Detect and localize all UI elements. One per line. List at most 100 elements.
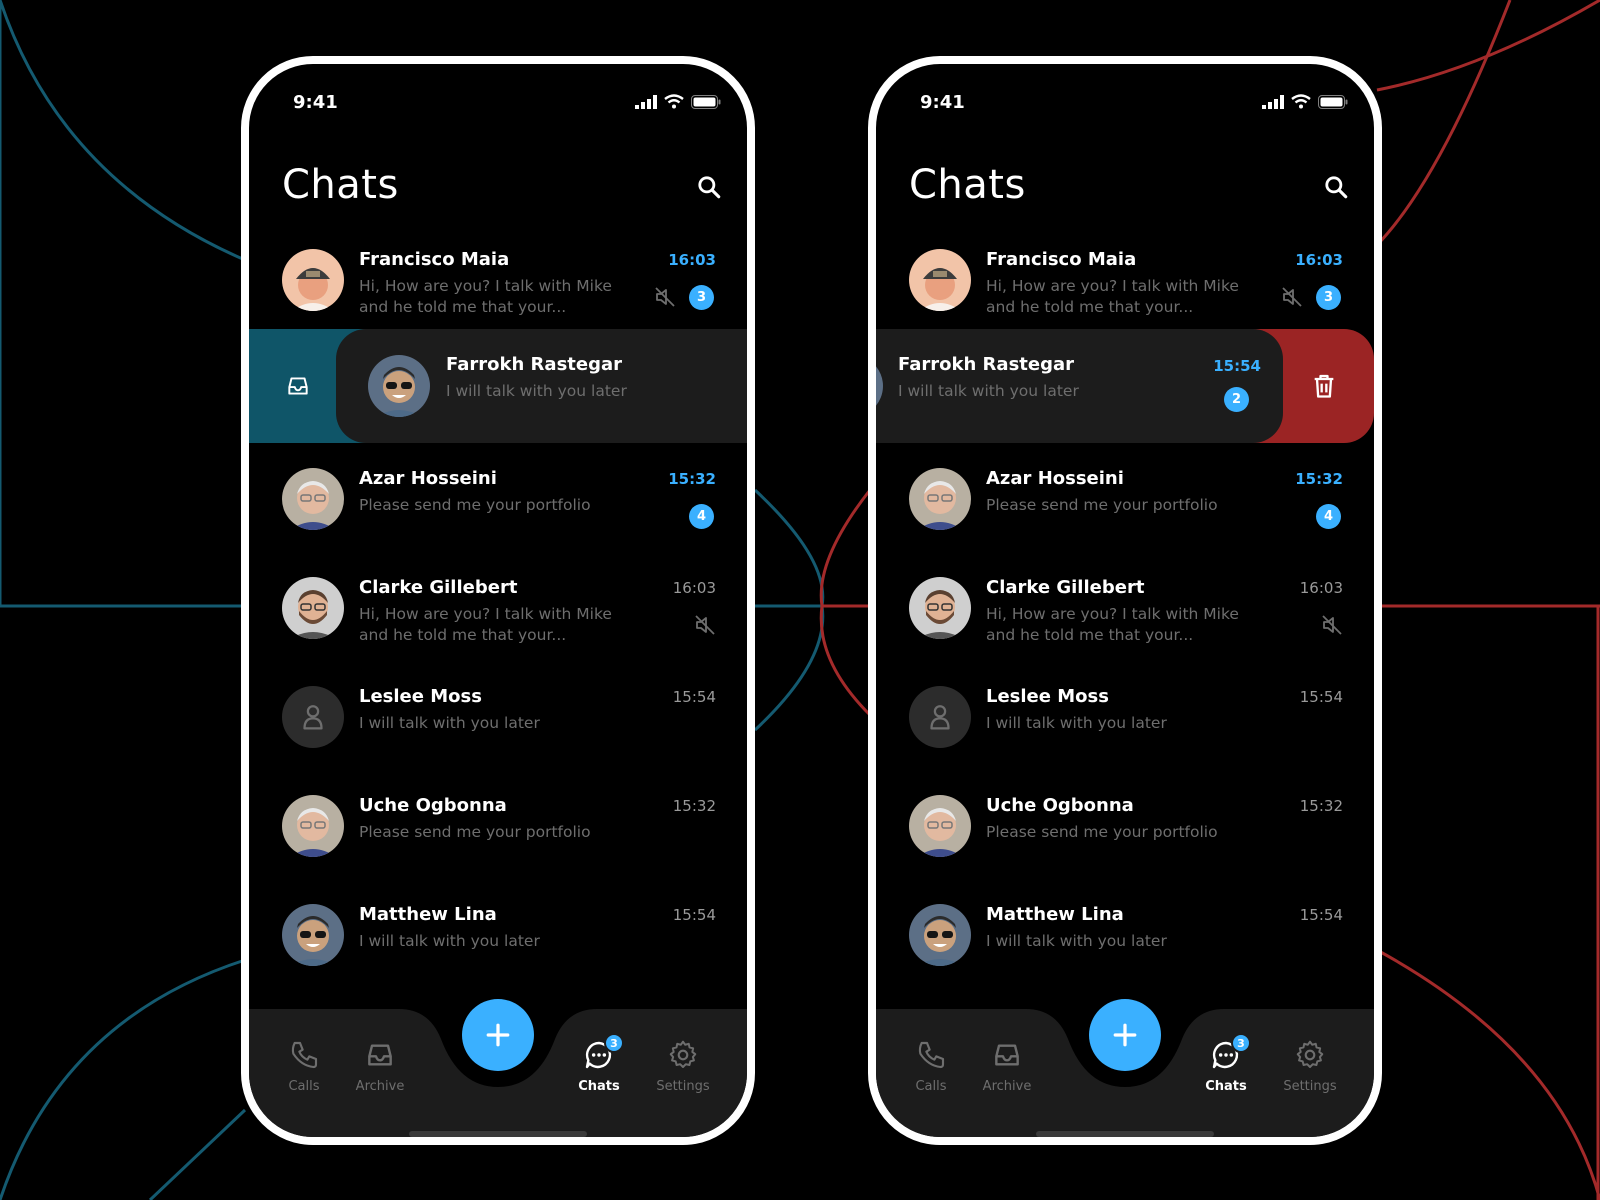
chat-row-azar-hosseini[interactable]: Azar Hosseini Please send me your portfo… (876, 458, 1374, 558)
cellular-signal-icon (1262, 94, 1284, 109)
avatar (282, 249, 344, 311)
contact-name: Clarke Gillebert (986, 577, 1145, 598)
contact-name: Matthew Lina (986, 904, 1124, 925)
tab-label: Settings (1283, 1079, 1337, 1094)
message-time: 16:03 (672, 579, 716, 597)
chat-row-uche-ogbonna[interactable]: Uche Ogbonna Please send me your portfol… (249, 785, 747, 885)
new-chat-button[interactable] (1089, 999, 1161, 1071)
wifi-icon (1291, 94, 1311, 109)
tab-badge: 3 (604, 1033, 624, 1053)
avatar-partial (868, 355, 883, 417)
teal-arc-middle (753, 488, 825, 732)
status-bar: 9:41 (876, 64, 1374, 134)
swiped-row[interactable]: Farrokh Rastegar I will talk with you la… (876, 329, 1374, 443)
avatar (282, 795, 344, 857)
message-time: 15:54 (672, 906, 716, 924)
mute-icon (1320, 613, 1344, 637)
chat-row-uche-ogbonna[interactable]: Uche Ogbonna Please send me your portfol… (876, 785, 1374, 885)
status-time: 9:41 (920, 92, 965, 113)
tab-label: Calls (915, 1079, 947, 1094)
plus-icon (1113, 1023, 1137, 1047)
gear-icon (1294, 1039, 1326, 1071)
avatar (909, 904, 971, 966)
person-icon (296, 700, 330, 734)
red-arc-middle (819, 489, 872, 717)
chat-row-clarke-gillebert[interactable]: Clarke Gillebert Hi, How are you? I talk… (249, 567, 747, 667)
chat-row-francisco-maia[interactable]: Francisco Maia Hi, How are you? I talk w… (249, 239, 747, 339)
home-indicator (409, 1131, 587, 1137)
plus-icon (486, 1023, 510, 1047)
tab-badge: 3 (1231, 1033, 1251, 1053)
page-title: Chats (909, 162, 1026, 208)
teal-line-left (0, 0, 245, 608)
contact-name: Francisco Maia (359, 249, 510, 270)
tab-calls[interactable]: Calls (269, 1039, 339, 1094)
message-preview: I will talk with you later (898, 382, 1079, 400)
unread-badge: 3 (689, 285, 714, 310)
contact-name: Matthew Lina (359, 904, 497, 925)
contact-name: Uche Ogbonna (986, 795, 1134, 816)
phone-icon (915, 1039, 947, 1071)
message-preview: Please send me your portfolio (986, 496, 1218, 514)
tab-chats[interactable]: 3 Chats (1191, 1033, 1261, 1094)
chat-row-leslee-moss[interactable]: Leslee Moss I will talk with you later 1… (876, 676, 1374, 776)
phone-right: 9:41 Chats Francisco Maia Hi, How are yo… (868, 56, 1382, 1145)
new-chat-button[interactable] (462, 999, 534, 1071)
page-title: Chats (282, 162, 399, 208)
tab-archive[interactable]: Archive (345, 1039, 415, 1094)
message-preview: I will talk with you later (359, 932, 540, 950)
red-arc-top-2 (1375, 0, 1512, 247)
swiped-row[interactable]: Farrokh Rastegar I will talk with you la… (249, 329, 747, 443)
tab-archive[interactable]: Archive (972, 1039, 1042, 1094)
avatar (282, 468, 344, 530)
tab-label: Archive (982, 1079, 1032, 1094)
search-icon[interactable] (1323, 174, 1349, 200)
message-preview: Hi, How are you? I talk with Mike and he… (986, 605, 1239, 644)
archive-icon (285, 373, 311, 399)
message-preview: I will talk with you later (986, 714, 1167, 732)
tab-chats[interactable]: 3 Chats (564, 1033, 634, 1094)
contact-name: Azar Hosseini (359, 468, 497, 489)
message-preview: Hi, How are you? I talk with Mike and he… (359, 605, 612, 644)
cellular-signal-icon (635, 94, 657, 109)
tab-label: Calls (288, 1079, 320, 1094)
search-icon[interactable] (696, 174, 722, 200)
chat-row-matthew-lina[interactable]: Matthew Lina I will talk with you later … (876, 894, 1374, 994)
avatar (909, 577, 971, 639)
unread-badge: 4 (1316, 504, 1341, 529)
tab-settings[interactable]: Settings (648, 1039, 718, 1094)
chat-row-matthew-lina[interactable]: Matthew Lina I will talk with you later … (249, 894, 747, 994)
chat-row-farrokh-rastegar[interactable]: Farrokh Rastegar I will talk with you la… (336, 329, 747, 443)
teal-arc-top (0, 0, 246, 262)
teal-arc-bottom (0, 958, 246, 1200)
tab-settings[interactable]: Settings (1275, 1039, 1345, 1094)
red-arc-top (1376, 0, 1600, 92)
home-indicator (1036, 1131, 1214, 1137)
tab-label: Chats (1205, 1079, 1247, 1094)
message-time: 15:54 (1299, 906, 1343, 924)
message-time: 15:54 (1213, 357, 1261, 375)
trash-icon (1310, 372, 1338, 400)
message-time: 15:32 (672, 797, 716, 815)
message-time: 16:03 (668, 251, 716, 269)
mute-icon (693, 613, 717, 637)
teal-diag-bottom (148, 1108, 247, 1200)
battery-icon (691, 94, 721, 109)
status-time: 9:41 (293, 92, 338, 113)
tab-bar: Calls Archive 3 Chats Settings (249, 999, 747, 1137)
unread-badge: 4 (689, 504, 714, 529)
message-time: 15:32 (1295, 470, 1343, 488)
chat-row-francisco-maia[interactable]: Francisco Maia Hi, How are you? I talk w… (876, 239, 1374, 339)
tab-bar: Calls Archive 3 Chats Settings (876, 999, 1374, 1137)
chat-row-farrokh-rastegar[interactable]: Farrokh Rastegar I will talk with you la… (876, 329, 1283, 443)
message-preview: Please send me your portfolio (359, 496, 591, 514)
avatar-placeholder (909, 686, 971, 748)
chat-row-leslee-moss[interactable]: Leslee Moss I will talk with you later 1… (249, 676, 747, 776)
chat-row-clarke-gillebert[interactable]: Clarke Gillebert Hi, How are you? I talk… (876, 567, 1374, 667)
battery-icon (1318, 94, 1348, 109)
tab-calls[interactable]: Calls (896, 1039, 966, 1094)
chat-row-azar-hosseini[interactable]: Azar Hosseini Please send me your portfo… (249, 458, 747, 558)
person-icon (923, 700, 957, 734)
mute-icon (1280, 285, 1304, 309)
contact-name: Francisco Maia (986, 249, 1137, 270)
